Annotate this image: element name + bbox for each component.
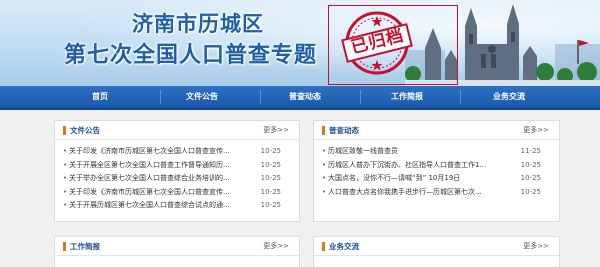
briefing-panel-title: 工作简报 bbox=[70, 242, 100, 251]
site-title-census: 第七次全国人口普查专题 bbox=[64, 43, 318, 68]
site-title-district: 济南市历城区 bbox=[132, 12, 264, 36]
nav-home[interactable]: 首页 bbox=[60, 86, 140, 108]
main-navigation: 首页 文件公告 普查动态 工作简报 业务交流 bbox=[0, 86, 600, 110]
nav-briefing[interactable]: 工作简报 bbox=[367, 86, 447, 108]
site-banner: 济南市历城区 第七次全国人口普查专题 已归档 bbox=[0, 0, 600, 86]
notices-panel-title: 文件公告 bbox=[70, 126, 100, 135]
dynamics-item-date: 11-25 bbox=[520, 147, 541, 155]
notices-panel-header: 文件公告 更多>> bbox=[55, 121, 299, 140]
notice-item-date: 10-25 bbox=[260, 201, 281, 209]
notice-item-title[interactable]: 关于印发《济南市历城区第七次全国人口普查宣传... bbox=[69, 186, 259, 200]
section-marker-icon bbox=[63, 242, 66, 251]
notice-item[interactable]: • 关于举办全区第七次全国人口普查综合业务培训的... 10-25 bbox=[63, 172, 291, 186]
notice-item[interactable]: • 关于开展全区第七次全国人口普查工作督导通知历... 10-25 bbox=[63, 159, 291, 173]
notice-item[interactable]: • 关于印发《济南市历城区第七次全国人口普查宣传... 10-25 bbox=[63, 186, 291, 200]
notice-item-date: 10-25 bbox=[260, 174, 281, 182]
nav-divider bbox=[260, 90, 261, 104]
dynamics-item[interactable]: • 人口普查大点名你我携手进步行—历城区第七次... 10-25 bbox=[322, 186, 551, 200]
notice-item-title[interactable]: 关于举办全区第七次全国人口普查综合业务培训的... bbox=[69, 172, 259, 186]
briefing-more-link[interactable]: 更多>> bbox=[263, 237, 289, 256]
dynamics-item-date: 10-25 bbox=[520, 174, 541, 182]
briefing-panel-header: 工作简报 更多>> bbox=[55, 237, 299, 256]
notice-item-date: 10-25 bbox=[260, 147, 281, 155]
nav-notices[interactable]: 文件公告 bbox=[162, 86, 242, 108]
dynamics-panel-title: 普查动态 bbox=[329, 126, 359, 135]
notice-item-title[interactable]: 关于开展历城区第七次全国人口普查综合试点的通... bbox=[69, 199, 259, 213]
exchange-more-link[interactable]: 更多>> bbox=[523, 237, 549, 256]
dynamics-item-title[interactable]: 人口普查大点名你我携手进步行—历城区第七次... bbox=[328, 186, 518, 200]
exchange-panel: 业务交流 更多>> bbox=[313, 236, 560, 267]
section-marker-icon bbox=[322, 242, 325, 251]
notices-list: • 关于印发《济南市历城区第七次全国人口普查宣传... 10-25 • 关于开展全区第… bbox=[63, 145, 291, 213]
dynamics-item-date: 10-25 bbox=[520, 187, 541, 196]
dynamics-item-date: 10-25 bbox=[520, 160, 541, 169]
notices-panel: 文件公告 更多>> • 关于印发《济南市历城区第七次全国人口普查宣传... 10-2… bbox=[54, 120, 300, 222]
briefing-panel: 工作简报 更多>> bbox=[54, 236, 300, 267]
notice-item[interactable]: • 关于开展历城区第七次全国人口普查综合试点的通... 10-25 bbox=[63, 199, 291, 213]
nav-divider bbox=[460, 90, 461, 104]
exchange-panel-title: 业务交流 bbox=[329, 242, 359, 251]
dynamics-item-title[interactable]: 大国点名，没你不行—请喊“到” 10月19日 bbox=[328, 172, 518, 186]
dynamics-item-title[interactable]: 历城区人普办下沉街办、社区指导人口普查工作1... bbox=[328, 159, 518, 173]
notice-item-title[interactable]: 关于印发《济南市历城区第七次全国人口普查宣传... bbox=[69, 145, 259, 159]
nav-exchange[interactable]: 业务交流 bbox=[469, 86, 549, 108]
dynamics-panel-header: 普查动态 更多>> bbox=[314, 121, 559, 140]
section-marker-icon bbox=[322, 126, 325, 135]
dynamics-panel: 普查动态 更多>> • 历城区致敬一线普查员 11-25 • 历城区人普办下沉街办、社… bbox=[313, 120, 560, 222]
notice-item[interactable]: • 关于印发《济南市历城区第七次全国人口普查宣传... 10-25 bbox=[63, 145, 291, 159]
dynamics-list: • 历城区致敬一线普查员 11-25 • 历城区人普办下沉街办、社区指导人口普查工作1… bbox=[322, 145, 551, 199]
nav-dynamics[interactable]: 普查动态 bbox=[265, 86, 345, 108]
notice-item-date: 10-25 bbox=[260, 160, 281, 169]
nav-divider bbox=[360, 90, 361, 104]
dynamics-more-link[interactable]: 更多>> bbox=[523, 121, 549, 140]
dynamics-item[interactable]: • 历城区人普办下沉街办、社区指导人口普查工作1... 10-25 bbox=[322, 159, 551, 173]
dynamics-item[interactable]: • 历城区致敬一线普查员 11-25 bbox=[322, 145, 551, 159]
exchange-panel-header: 业务交流 更多>> bbox=[314, 237, 559, 256]
notice-item-title[interactable]: 关于开展全区第七次全国人口普查工作督导通知历... bbox=[69, 159, 259, 173]
dynamics-item[interactable]: • 大国点名，没你不行—请喊“到” 10月19日 10-25 bbox=[322, 172, 551, 186]
nav-divider bbox=[160, 90, 161, 104]
notices-more-link[interactable]: 更多>> bbox=[263, 121, 289, 140]
notice-item-date: 10-25 bbox=[260, 187, 281, 196]
dynamics-item-title[interactable]: 历城区致敬一线普查员 bbox=[328, 145, 518, 159]
section-marker-icon bbox=[63, 126, 66, 135]
